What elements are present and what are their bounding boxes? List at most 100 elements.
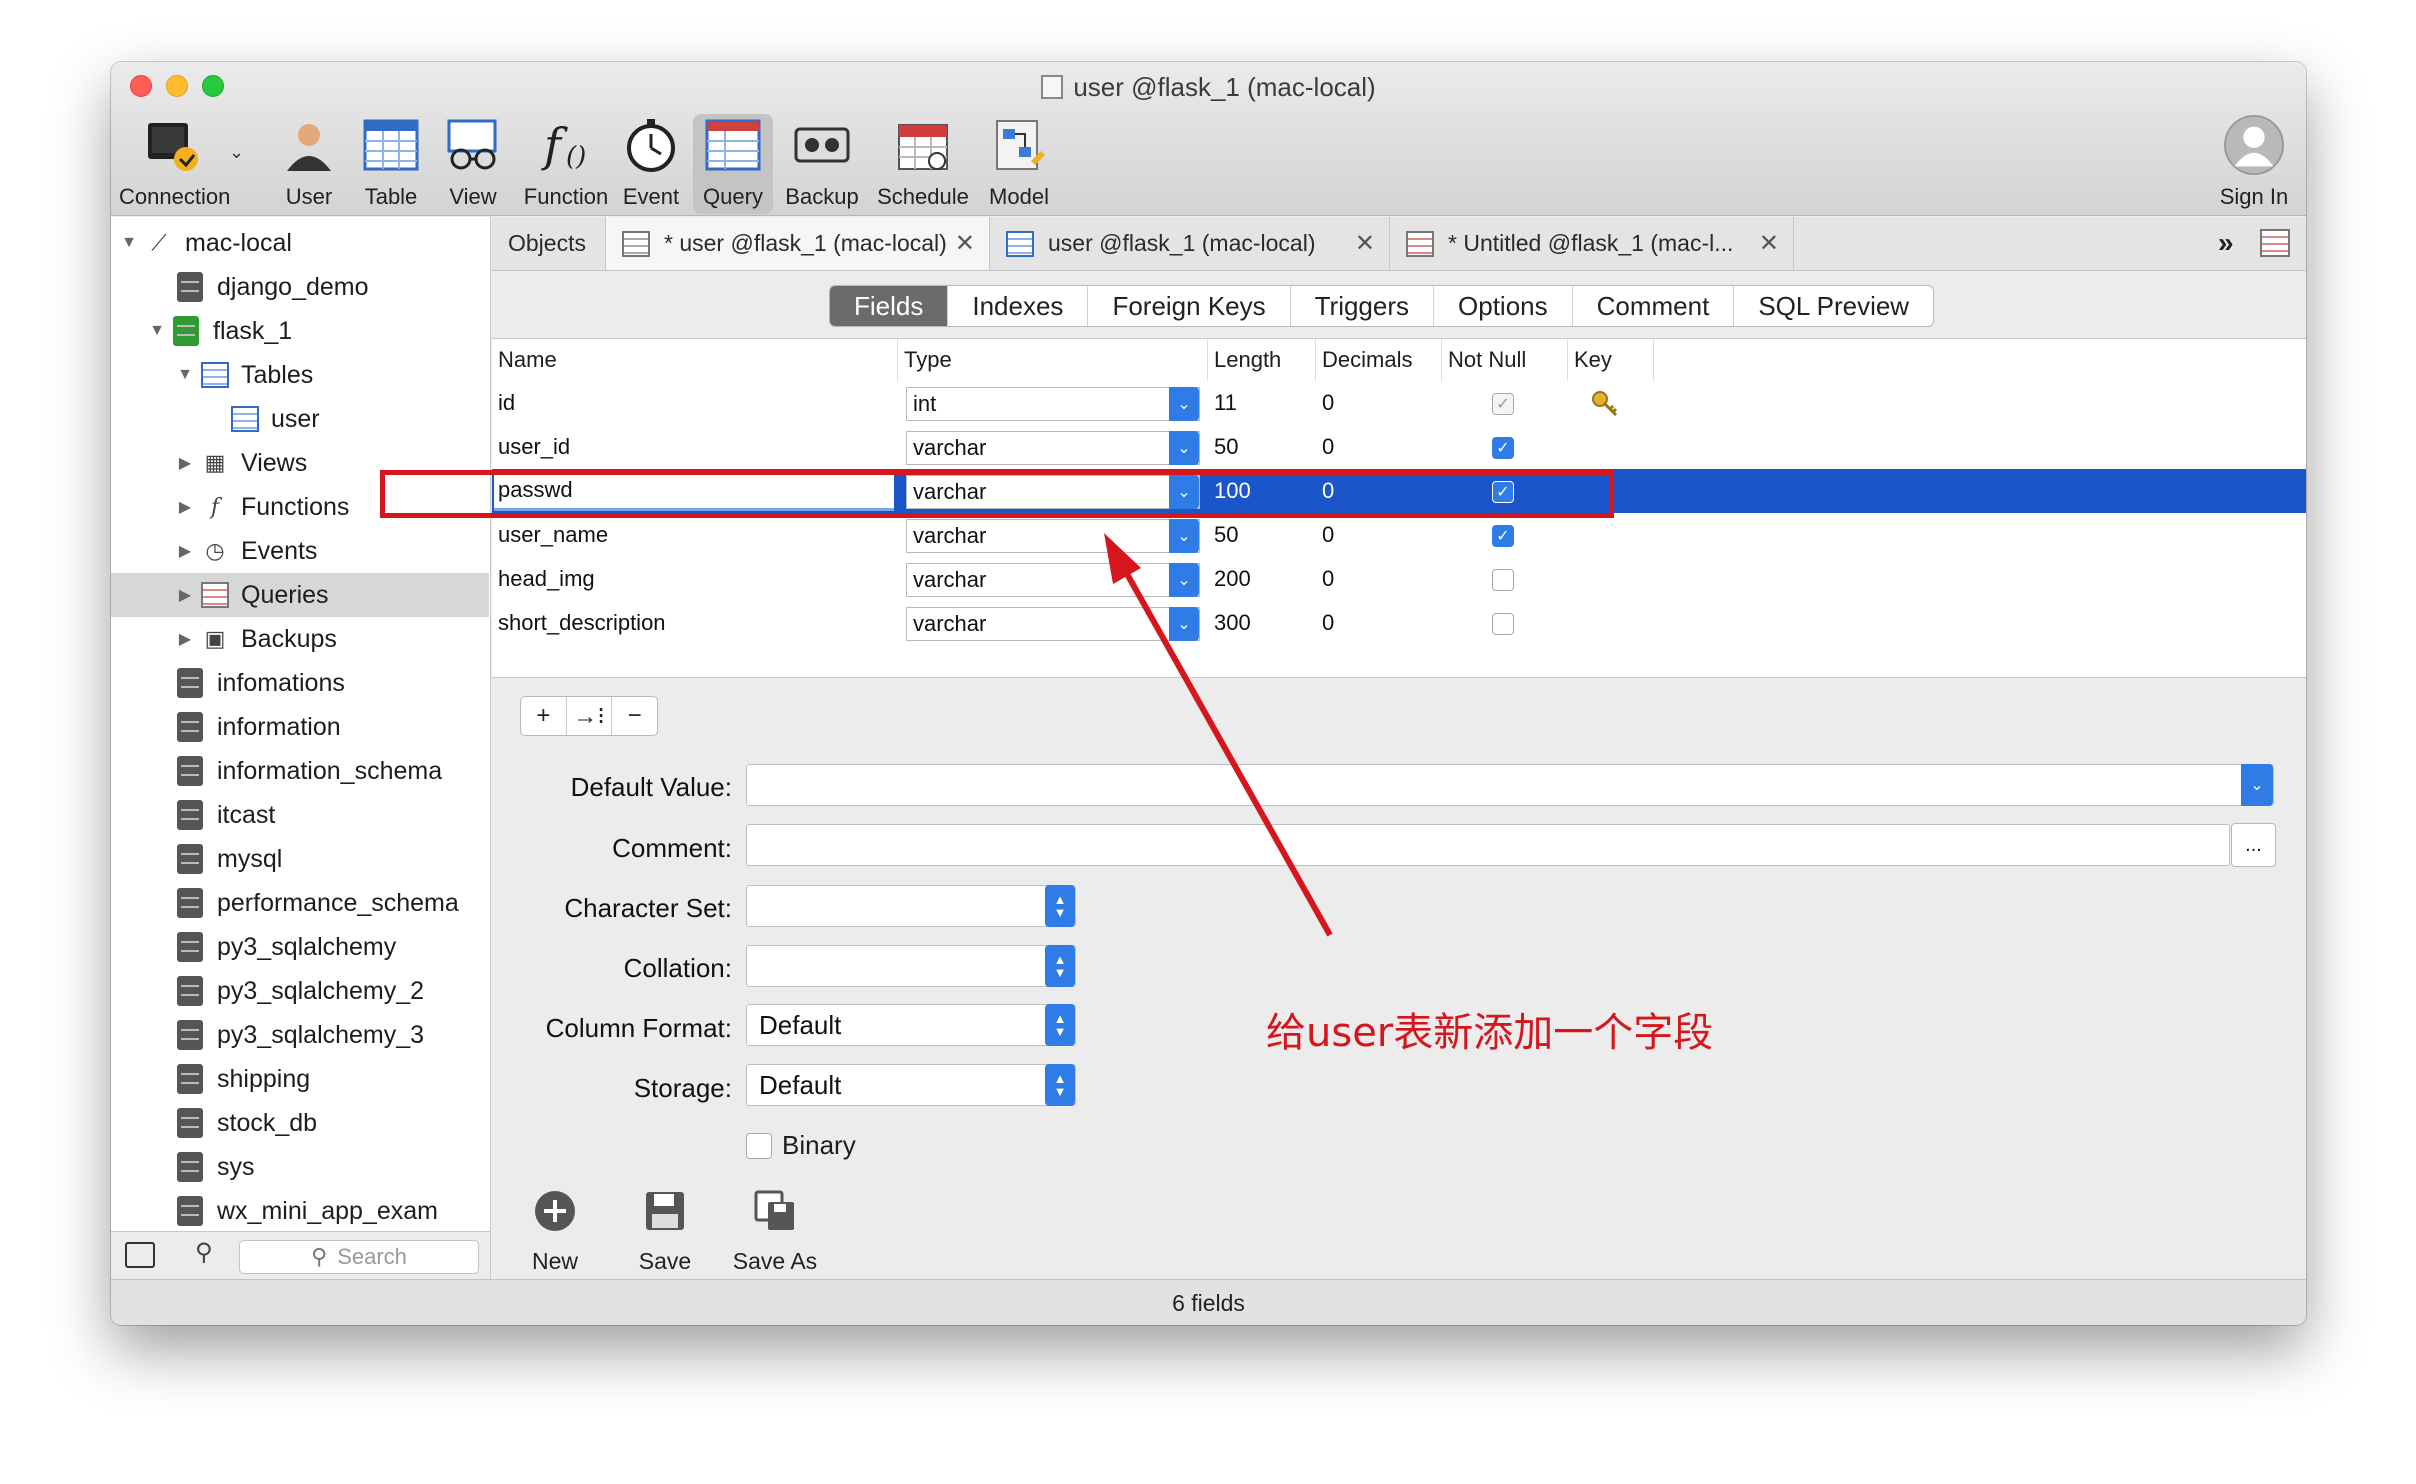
- chevron-down-icon[interactable]: ⌄: [2241, 764, 2273, 806]
- toolbar-connection[interactable]: Connection: [119, 114, 230, 214]
- not-null-checkbox[interactable]: ✓: [1492, 393, 1514, 415]
- field-name[interactable]: id: [498, 381, 515, 425]
- close-tab-icon[interactable]: ✕: [955, 229, 975, 258]
- sidebar-item-events[interactable]: ▶ ◷ Events: [111, 529, 489, 573]
- column-header-length[interactable]: Length: [1208, 339, 1316, 381]
- save-as-button[interactable]: Save As: [730, 1186, 820, 1275]
- sidebar-item-db[interactable]: django_demo: [111, 265, 489, 309]
- toolbar-function[interactable]: f() Function: [511, 114, 621, 214]
- disclosure-closed-icon[interactable]: ▶: [177, 541, 193, 561]
- close-tab-icon[interactable]: ✕: [1355, 229, 1375, 258]
- toolbar-event[interactable]: Event: [611, 114, 691, 214]
- field-length[interactable]: 300: [1214, 601, 1251, 645]
- disclosure-closed-icon[interactable]: ▶: [177, 629, 193, 649]
- table-row[interactable]: head_img varchar ⌄ 200 0: [492, 557, 2306, 601]
- table-row[interactable]: user_name varchar ⌄ 50 0 ✓: [492, 513, 2306, 557]
- sidebar-item-db[interactable]: infomations: [111, 661, 489, 705]
- field-name[interactable]: user_name: [498, 513, 608, 557]
- comment-input[interactable]: [746, 824, 2230, 866]
- add-field-button[interactable]: +: [521, 697, 567, 735]
- not-null-checkbox[interactable]: ✓: [1492, 525, 1514, 547]
- filter-icon[interactable]: ⚲: [195, 1238, 213, 1267]
- subtab-indexes[interactable]: Indexes: [948, 286, 1089, 326]
- column-header-type[interactable]: Type: [898, 339, 1208, 381]
- table-row[interactable]: short_description varchar ⌄ 300 0: [492, 601, 2306, 645]
- sign-in-button[interactable]: Sign In: [2209, 114, 2299, 214]
- sidebar-item-backups[interactable]: ▶ ▣ Backups: [111, 617, 489, 661]
- field-length[interactable]: 200: [1214, 557, 1251, 601]
- toolbar-query[interactable]: Query: [693, 114, 773, 214]
- table-row[interactable]: id int ⌄ 11 0 ✓: [492, 381, 2306, 425]
- comment-more-button[interactable]: ...: [2231, 823, 2276, 867]
- sidebar-item-db[interactable]: sys: [111, 1145, 489, 1189]
- storage-select[interactable]: Default ▲ ▼: [746, 1064, 1076, 1106]
- column-header-name[interactable]: Name: [492, 339, 898, 381]
- tab-objects[interactable]: Objects: [492, 217, 606, 270]
- field-decimals[interactable]: 0: [1322, 557, 1334, 601]
- toolbar-view[interactable]: View: [433, 114, 513, 214]
- column-header-not-null[interactable]: Not Null: [1442, 339, 1568, 381]
- tab-untitled-query[interactable]: * Untitled @flask_1 (mac-l... ✕: [1390, 217, 1794, 270]
- field-length[interactable]: 50: [1214, 513, 1238, 557]
- table-row[interactable]: user_id varchar ⌄ 50 0 ✓: [492, 425, 2306, 469]
- sidebar-item-db[interactable]: stock_db: [111, 1101, 489, 1145]
- toolbar-model[interactable]: Model: [977, 114, 1061, 214]
- sidebar-item-tables[interactable]: ▼ Tables: [111, 353, 489, 397]
- toggle-panel-icon[interactable]: [125, 1242, 155, 1268]
- toolbar-user[interactable]: User: [269, 114, 349, 214]
- delete-field-button[interactable]: −: [612, 697, 657, 735]
- field-type-select[interactable]: varchar ⌄: [906, 519, 1200, 553]
- toolbar-backup[interactable]: Backup: [779, 114, 865, 214]
- sidebar-item-table-user[interactable]: user: [111, 397, 489, 441]
- subtab-sql-preview[interactable]: SQL Preview: [1734, 286, 1933, 326]
- new-query-tab-icon[interactable]: [2260, 229, 2290, 257]
- sidebar-item-connection[interactable]: ▼ ⟋ mac-local: [111, 221, 489, 265]
- field-decimals[interactable]: 0: [1322, 425, 1334, 469]
- field-name[interactable]: user_id: [498, 425, 570, 469]
- field-type-select[interactable]: int ⌄: [906, 387, 1200, 421]
- character-set-select[interactable]: ▲ ▼: [746, 885, 1076, 927]
- tab-table-user[interactable]: user @flask_1 (mac-local) ✕: [990, 217, 1390, 270]
- sidebar-item-queries[interactable]: ▶ Queries: [111, 573, 489, 617]
- disclosure-open-icon[interactable]: ▼: [121, 234, 137, 252]
- subtab-comment[interactable]: Comment: [1573, 286, 1735, 326]
- field-type-select[interactable]: varchar ⌄: [906, 563, 1200, 597]
- field-type-select[interactable]: varchar ⌄: [906, 431, 1200, 465]
- chevron-down-icon[interactable]: ⌄: [229, 142, 244, 163]
- column-header-decimals[interactable]: Decimals: [1316, 339, 1442, 381]
- field-decimals[interactable]: 0: [1322, 513, 1334, 557]
- disclosure-open-icon[interactable]: ▼: [149, 322, 165, 340]
- binary-checkbox[interactable]: [746, 1133, 772, 1159]
- field-name[interactable]: short_description: [498, 601, 666, 645]
- field-length[interactable]: 50: [1214, 425, 1238, 469]
- disclosure-open-icon[interactable]: ▼: [177, 366, 193, 384]
- primary-key-icon[interactable]: [1590, 389, 1622, 426]
- not-null-checkbox[interactable]: [1492, 569, 1514, 591]
- column-header-key[interactable]: Key: [1568, 339, 1654, 381]
- toolbar-table[interactable]: Table: [351, 114, 431, 214]
- field-decimals[interactable]: 0: [1322, 381, 1334, 425]
- disclosure-closed-icon[interactable]: ▶: [177, 497, 193, 517]
- collation-select[interactable]: ▲ ▼: [746, 945, 1076, 987]
- save-button[interactable]: Save: [630, 1186, 700, 1275]
- disclosure-closed-icon[interactable]: ▶: [177, 453, 193, 473]
- disclosure-closed-icon[interactable]: ▶: [177, 585, 193, 605]
- not-null-checkbox[interactable]: ✓: [1492, 437, 1514, 459]
- search-input[interactable]: ⚲ Search: [239, 1240, 479, 1274]
- field-type-select[interactable]: varchar ⌄: [906, 607, 1200, 641]
- field-name[interactable]: head_img: [498, 557, 595, 601]
- subtab-triggers[interactable]: Triggers: [1291, 286, 1435, 326]
- subtab-options[interactable]: Options: [1434, 286, 1573, 326]
- field-decimals[interactable]: 0: [1322, 601, 1334, 645]
- insert-field-button[interactable]: →⁝: [567, 697, 613, 735]
- sidebar-item-db[interactable]: wx_mini_app_exam: [111, 1189, 489, 1233]
- tab-query-user-current[interactable]: * user @flask_1 (mac-local) ✕: [606, 217, 990, 270]
- subtab-fields[interactable]: Fields: [830, 286, 949, 326]
- subtab-foreign-keys[interactable]: Foreign Keys: [1088, 286, 1291, 326]
- toolbar-schedule[interactable]: Schedule: [873, 114, 973, 214]
- column-format-select[interactable]: Default ▲ ▼: [746, 1004, 1076, 1046]
- sidebar-item-db[interactable]: ▼ flask_1: [111, 309, 489, 353]
- close-tab-icon[interactable]: ✕: [1759, 229, 1779, 258]
- sidebar-item-db[interactable]: information: [111, 705, 489, 749]
- overflow-tabs-icon[interactable]: »: [2218, 227, 2234, 259]
